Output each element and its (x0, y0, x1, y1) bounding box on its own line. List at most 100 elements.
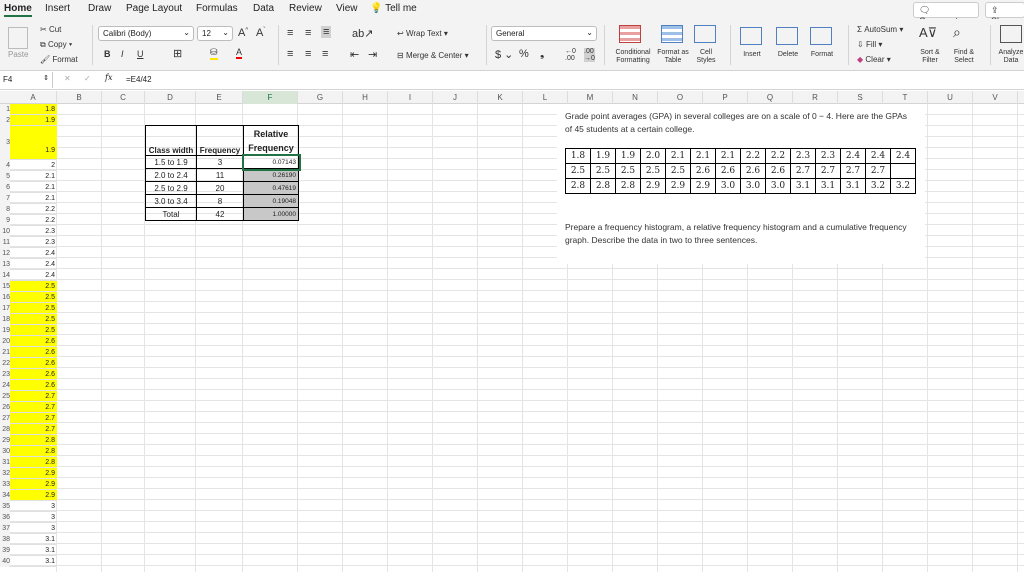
row-header[interactable]: 26 (0, 402, 10, 413)
align-top-icon[interactable]: ≡ (287, 27, 293, 39)
column-header-g[interactable]: G (298, 91, 343, 104)
cell-a[interactable]: 2.5 (10, 314, 57, 325)
row-header[interactable]: 5 (0, 171, 10, 182)
delete-cells-icon[interactable] (776, 27, 798, 45)
cell-a[interactable]: 2.1 (10, 171, 57, 182)
cell-a[interactable]: 3.1 (10, 545, 57, 556)
total-relative[interactable]: 1.00000 (243, 207, 299, 221)
row-header[interactable]: 18 (0, 314, 10, 325)
name-box[interactable]: F4 ⇕ (0, 72, 53, 88)
function-icon[interactable]: fx (105, 73, 112, 82)
analyze-data-button[interactable]: Analyze Data (994, 49, 1024, 65)
fill-color-icon[interactable]: ⛁ (210, 47, 218, 60)
total-label[interactable]: Total (145, 207, 197, 221)
column-header-j[interactable]: J (433, 91, 478, 104)
row-header[interactable]: 37 (0, 523, 10, 534)
cell-styles-icon[interactable] (694, 25, 716, 43)
autosum-button[interactable]: Σ AutoSum ▾ (857, 25, 903, 34)
tab-draw[interactable]: Draw (88, 3, 111, 14)
cell-a[interactable]: 2.2 (10, 215, 57, 226)
cell-a[interactable]: 2.6 (10, 336, 57, 347)
relative-frequency-cell[interactable]: 0.19048 (243, 194, 299, 208)
row-header[interactable]: 22 (0, 358, 10, 369)
row-header[interactable]: 3 (0, 126, 10, 160)
insert-button[interactable]: Insert (736, 51, 768, 59)
tab-data[interactable]: Data (253, 3, 274, 14)
row-header[interactable]: 32 (0, 468, 10, 479)
cut-button[interactable]: ✂ Cut (40, 25, 61, 34)
row-header[interactable]: 33 (0, 479, 10, 490)
currency-icon[interactable]: $ ⌄ (495, 48, 513, 61)
row-header[interactable]: 34 (0, 490, 10, 501)
relative-frequency-cell[interactable]: 0.07143 (241, 153, 301, 171)
increase-font-icon[interactable]: A^ (238, 27, 248, 39)
column-header-u[interactable]: U (928, 91, 973, 104)
cell-a[interactable]: 1.9 (10, 126, 57, 160)
row-header[interactable]: 30 (0, 446, 10, 457)
column-header-o[interactable]: O (658, 91, 703, 104)
row-header[interactable]: 12 (0, 248, 10, 259)
row-header[interactable]: 14 (0, 270, 10, 281)
column-header-r[interactable]: R (793, 91, 838, 104)
paste-icon[interactable] (8, 27, 28, 49)
sort-filter-icon[interactable]: A⊽ (919, 25, 937, 41)
cell-a[interactable]: 3.1 (10, 556, 57, 567)
row-header[interactable]: 38 (0, 534, 10, 545)
cell-a[interactable]: 3 (10, 512, 57, 523)
row-header[interactable]: 6 (0, 182, 10, 193)
cell-a[interactable]: 3.1 (10, 534, 57, 545)
row-header[interactable]: 27 (0, 413, 10, 424)
cell-a[interactable]: 2.7 (10, 391, 57, 402)
insert-cells-icon[interactable] (740, 27, 762, 45)
row-header[interactable]: 17 (0, 303, 10, 314)
column-header-s[interactable]: S (838, 91, 883, 104)
cell-a[interactable]: 2.5 (10, 303, 57, 314)
share-button[interactable]: ⇪ Share (985, 2, 1024, 26)
clear-button[interactable]: ◆ Clear ▾ (857, 55, 891, 64)
cell-a[interactable]: 2.7 (10, 413, 57, 424)
column-header-m[interactable]: M (568, 91, 613, 104)
decrease-decimal-icon[interactable]: .00 →0 (584, 48, 595, 62)
frequency-cell[interactable]: 3 (196, 155, 244, 169)
row-header[interactable]: 13 (0, 259, 10, 270)
relative-frequency-cell[interactable]: 0.26190 (243, 168, 299, 182)
row-header[interactable]: 9 (0, 215, 10, 226)
cell-a[interactable]: 2.7 (10, 402, 57, 413)
column-header-v[interactable]: V (973, 91, 1018, 104)
cell-a[interactable]: 1.8 (10, 104, 57, 115)
relative-frequency-cell[interactable]: 0.47619 (243, 181, 299, 195)
row-header[interactable]: 35 (0, 501, 10, 512)
conditional-formatting-icon[interactable] (619, 25, 641, 43)
column-header-i[interactable]: I (388, 91, 433, 104)
cell-a[interactable]: 2.6 (10, 369, 57, 380)
header-frequency[interactable]: Frequency (196, 125, 244, 156)
increase-indent-icon[interactable]: ⇥ (368, 48, 377, 61)
copy-button[interactable]: ⧉ Copy ▾ (40, 40, 72, 50)
row-header[interactable]: 19 (0, 325, 10, 336)
row-header[interactable]: 21 (0, 347, 10, 358)
row-header[interactable]: 16 (0, 292, 10, 303)
cell-a[interactable]: 2.7 (10, 424, 57, 435)
comments-button[interactable]: 🗨 Comments (913, 2, 979, 26)
total-frequency[interactable]: 42 (196, 207, 244, 221)
tab-page-layout[interactable]: Page Layout (126, 3, 182, 14)
header-class-width[interactable]: Class width (145, 125, 197, 156)
format-as-table-icon[interactable] (661, 25, 683, 43)
cell-a[interactable]: 2.5 (10, 325, 57, 336)
column-header-p[interactable]: P (703, 91, 748, 104)
decrease-font-icon[interactable]: Aˇ (256, 27, 265, 39)
column-header-a[interactable]: A (10, 91, 57, 104)
row-header[interactable]: 15 (0, 281, 10, 292)
font-color-icon[interactable]: A (236, 47, 243, 59)
cell-a[interactable]: 2.6 (10, 380, 57, 391)
borders-icon[interactable]: ⊞ (173, 47, 182, 60)
cell-a[interactable]: 2.5 (10, 281, 57, 292)
cell-a[interactable]: 2.9 (10, 468, 57, 479)
italic-icon[interactable]: I (121, 49, 124, 59)
align-middle-icon[interactable]: ≡ (305, 27, 311, 39)
tab-review[interactable]: Review (289, 3, 322, 14)
cell-a[interactable]: 2.4 (10, 248, 57, 259)
tab-insert[interactable]: Insert (45, 3, 70, 14)
tab-home[interactable]: Home (4, 3, 32, 17)
row-header[interactable]: 39 (0, 545, 10, 556)
